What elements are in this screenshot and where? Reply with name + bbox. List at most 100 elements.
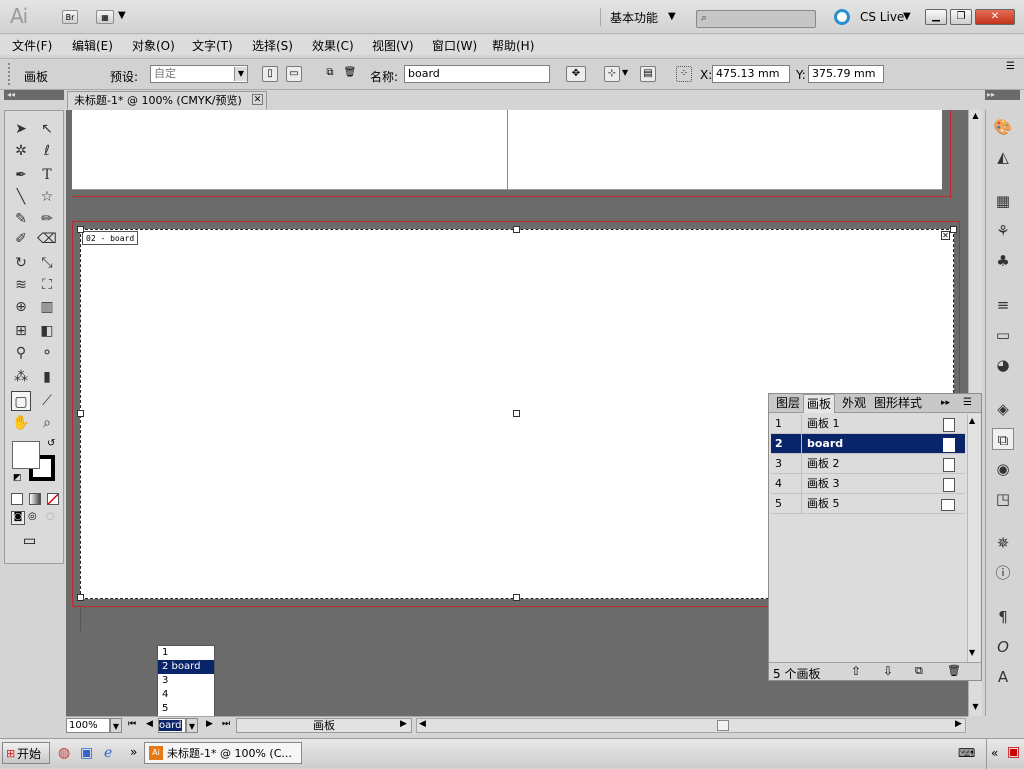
gradient-tool-icon[interactable]: ◧ xyxy=(37,321,57,341)
new-artboard-icon[interactable]: ⧉ xyxy=(915,664,923,678)
reference-point-icon[interactable]: ⁘ xyxy=(676,66,692,82)
hand-tool-icon[interactable]: ✋ xyxy=(11,413,31,433)
artboard-dropdown-icon[interactable]: ▼ xyxy=(186,718,198,733)
portrait-icon[interactable]: ▯ xyxy=(262,66,278,82)
opentype-icon[interactable]: O xyxy=(992,636,1014,658)
last-artboard-icon[interactable]: ⏭ xyxy=(222,719,230,729)
artboard-options-icon[interactable] xyxy=(941,499,955,511)
list-item[interactable]: 4 画板 3 xyxy=(771,474,965,494)
scale-tool-icon[interactable]: ⤡ xyxy=(37,253,57,273)
dropdown-option[interactable]: 5 xyxy=(158,702,214,716)
minimize-button[interactable]: ▁ xyxy=(925,9,947,25)
move-with-artboard-icon[interactable]: ✥ xyxy=(566,66,586,82)
center-point[interactable] xyxy=(513,410,520,417)
draw-inside-icon[interactable]: ◌ xyxy=(46,511,60,525)
default-colors-icon[interactable]: ◩ xyxy=(13,473,22,483)
swap-colors-icon[interactable]: ↺ xyxy=(47,438,55,449)
dropdown-option[interactable]: 1 xyxy=(158,646,214,660)
horizontal-scrollbar[interactable]: ◀ ▶ xyxy=(416,718,966,733)
gradient-icon[interactable]: ▭ xyxy=(992,324,1014,346)
landscape-icon[interactable]: ▭ xyxy=(286,66,302,82)
eyedropper-tool-icon[interactable]: ⚲ xyxy=(11,343,31,363)
shape-builder-tool-icon[interactable]: ⊕ xyxy=(11,297,31,317)
tools-collapse-bar[interactable]: ◂◂ xyxy=(4,90,64,100)
arrange-dropdown-icon[interactable]: ▼ xyxy=(118,10,126,21)
chrome-icon[interactable]: ◍ xyxy=(58,745,70,761)
fill-swatch-front[interactable] xyxy=(12,441,40,469)
more-icon[interactable]: » xyxy=(130,745,137,759)
move-up-icon[interactable]: ⇧ xyxy=(851,664,861,678)
dropdown-option[interactable]: 3 xyxy=(158,674,214,688)
cslive-icon[interactable] xyxy=(834,9,850,25)
screen-mode-icon[interactable]: ▭ xyxy=(23,533,47,549)
menu-effect[interactable]: 效果(C) xyxy=(312,37,354,54)
direct-selection-tool-icon[interactable]: ↖ xyxy=(37,119,57,139)
restore-button[interactable]: ❐ xyxy=(950,9,972,25)
transparency-icon[interactable]: ◕ xyxy=(992,354,1014,376)
artboard-options-icon[interactable]: ▤ xyxy=(640,66,656,82)
show-center-icon[interactable]: ⊹ xyxy=(604,66,620,82)
tray-expand-icon[interactable]: « xyxy=(991,746,998,760)
scroll-down-icon[interactable]: ▼ xyxy=(970,702,981,714)
y-field[interactable]: 375.79 mm xyxy=(808,65,884,83)
character-icon[interactable]: A xyxy=(992,666,1014,688)
magic-wand-tool-icon[interactable]: ✲ xyxy=(11,141,31,161)
scroll-left-icon[interactable]: ◀ xyxy=(419,719,426,729)
slice-tool-icon[interactable]: ⟋ xyxy=(37,391,57,411)
symbols-icon[interactable]: ♣ xyxy=(992,250,1014,272)
resize-handle[interactable] xyxy=(77,226,84,233)
perspective-grid-tool-icon[interactable]: ▥ xyxy=(37,297,57,317)
center-dropdown-icon[interactable]: ▼ xyxy=(622,68,628,77)
first-artboard-icon[interactable]: ⏮ xyxy=(128,719,136,729)
panel-menu-icon[interactable]: ☰ xyxy=(1006,61,1015,72)
free-transform-tool-icon[interactable]: ⛶ xyxy=(37,275,57,295)
list-item[interactable]: 5 画板 5 xyxy=(771,494,965,514)
menu-window[interactable]: 窗口(W) xyxy=(432,37,477,54)
cslive-dropdown-icon[interactable]: ▼ xyxy=(903,11,911,22)
keyboard-icon[interactable]: ⌨ xyxy=(958,746,975,760)
scroll-up-icon[interactable]: ▲ xyxy=(969,416,975,425)
list-item-selected[interactable]: 2 board xyxy=(771,434,965,454)
resize-handle[interactable] xyxy=(77,410,84,417)
new-artboard-icon[interactable]: ⧉ xyxy=(322,66,338,82)
info-icon[interactable]: ⓘ xyxy=(992,562,1014,584)
start-button[interactable]: ⊞ 开始 xyxy=(2,742,50,764)
bridge-button[interactable]: Br xyxy=(62,10,78,24)
resize-handle[interactable] xyxy=(513,594,520,601)
menu-view[interactable]: 视图(V) xyxy=(372,37,414,54)
resize-handle[interactable] xyxy=(950,226,957,233)
workspace-switcher[interactable]: 基本功能 xyxy=(610,9,658,26)
search-input[interactable]: ⌕ xyxy=(696,10,816,28)
list-item[interactable]: 3 画板 2 xyxy=(771,454,965,474)
rotate-tool-icon[interactable]: ↻ xyxy=(11,253,31,273)
scroll-right-icon[interactable]: ▶ xyxy=(955,719,962,729)
status-menu-icon[interactable]: ▶ xyxy=(400,719,407,729)
tab-artboards[interactable]: 画板 xyxy=(803,394,836,413)
line-tool-icon[interactable]: ╲ xyxy=(11,187,31,207)
cslive-button[interactable]: CS Live xyxy=(860,10,904,24)
artboard-name-field[interactable]: board xyxy=(404,65,550,83)
tab-graphic-styles[interactable]: 图形样式 xyxy=(871,394,925,413)
swatches-icon[interactable]: ▦ xyxy=(992,190,1014,212)
layers-icon[interactable]: ◈ xyxy=(992,398,1014,420)
artboard-selector[interactable]: oard xyxy=(158,718,186,733)
ie-icon[interactable]: ℯ xyxy=(104,745,112,761)
scroll-up-icon[interactable]: ▲ xyxy=(970,111,981,123)
color-palette-icon[interactable]: 🎨 xyxy=(992,116,1014,138)
artboard-tool-icon[interactable]: ▢ xyxy=(11,391,31,411)
draw-normal-icon[interactable]: ◙ xyxy=(11,511,25,525)
tab-appearance[interactable]: 外观 xyxy=(839,394,869,413)
column-graph-tool-icon[interactable]: ▮ xyxy=(37,367,57,387)
artboard-dropdown-list[interactable]: 1 2 board 3 4 5 xyxy=(157,645,215,717)
stroke-icon[interactable]: ≡ xyxy=(992,294,1014,316)
document-tab[interactable]: 未标题-1* @ 100% (CMYK/预览) ✕ xyxy=(67,91,267,109)
gradient-mode-icon[interactable] xyxy=(29,493,41,505)
dropdown-option[interactable]: 4 xyxy=(158,688,214,702)
navigator-icon[interactable]: ✵ xyxy=(992,532,1014,554)
network-icon[interactable]: ▣ xyxy=(1007,744,1020,760)
close-tab-icon[interactable]: ✕ xyxy=(252,94,263,105)
graphic-styles-icon[interactable]: ◳ xyxy=(992,488,1014,510)
artboard-options-icon[interactable] xyxy=(943,418,955,432)
selection-tool-icon[interactable]: ➤ xyxy=(11,119,31,139)
draw-behind-icon[interactable]: ◎ xyxy=(28,511,42,525)
